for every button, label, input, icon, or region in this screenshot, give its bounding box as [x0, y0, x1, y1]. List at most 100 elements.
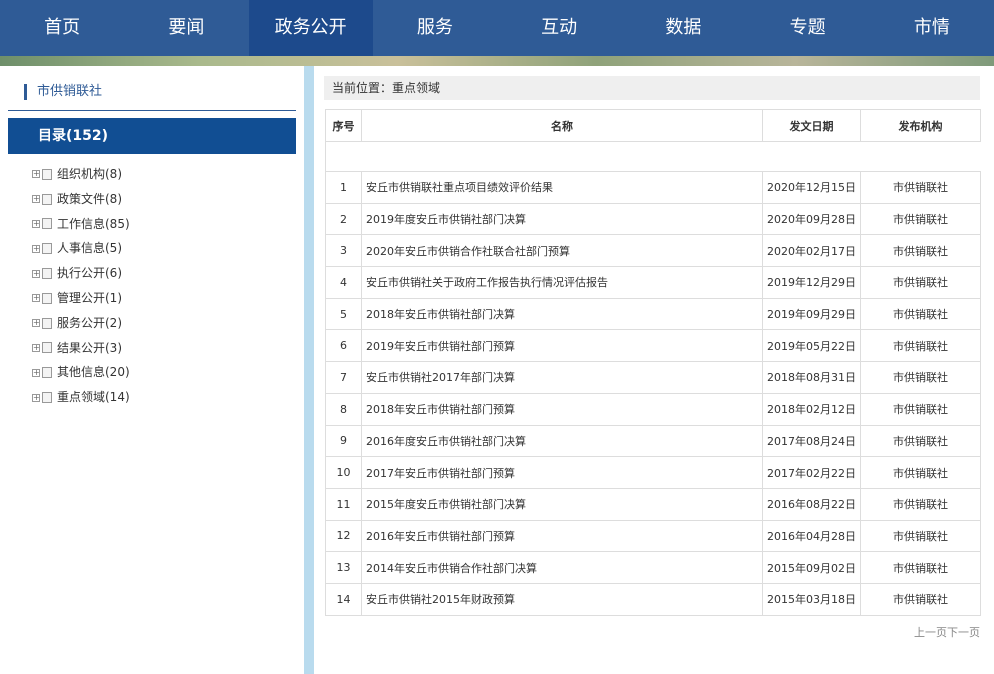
tree-item[interactable]: + 管理公开(1) — [32, 286, 130, 311]
cell-org: 市供销联社 — [860, 424, 981, 458]
expand-icon[interactable]: + — [32, 319, 40, 328]
cell-date: 2019年12月29日 — [762, 266, 861, 299]
tree-item[interactable]: + 组织机构(8) — [32, 162, 130, 187]
document-icon — [42, 317, 52, 329]
cell-no: 9 — [325, 424, 362, 458]
expand-icon[interactable]: + — [32, 294, 40, 303]
cell-no: 4 — [325, 266, 362, 299]
table-row: 13 2014年安丘市供销合作社部门决算 2015年09月02日 市供销联社 — [325, 551, 981, 584]
tree-item[interactable]: + 重点领域(14) — [32, 385, 130, 410]
tree-item-label: 结果公开(3) — [57, 340, 122, 355]
document-link[interactable]: 2017年安丘市供销社部门预算 — [361, 456, 763, 489]
pager: 上一页下一页 — [914, 624, 980, 640]
tree-item[interactable]: + 服务公开(2) — [32, 311, 130, 336]
cell-org: 市供销联社 — [860, 519, 981, 553]
cell-no: 10 — [325, 456, 362, 489]
document-link[interactable]: 安丘市供销社2015年财政预算 — [361, 582, 763, 616]
nav-item-news[interactable]: 要闻 — [124, 0, 248, 56]
tree-item-label: 政策文件(8) — [57, 191, 122, 206]
breadcrumb-label: 当前位置： — [332, 81, 393, 95]
tree-item[interactable]: + 执行公开(6) — [32, 261, 130, 286]
expand-icon[interactable]: + — [32, 393, 40, 402]
header-date: 发文日期 — [762, 109, 861, 142]
breadcrumb: 当前位置：重点领域 — [324, 76, 980, 100]
document-link[interactable]: 2018年安丘市供销社部门预算 — [361, 392, 763, 426]
expand-icon[interactable]: + — [32, 343, 40, 352]
table-row: 6 2019年安丘市供销社部门预算 2019年05月22日 市供销联社 — [325, 329, 981, 363]
document-link[interactable]: 2016年度安丘市供销社部门决算 — [361, 424, 763, 458]
document-link[interactable]: 2019年度安丘市供销社部门决算 — [361, 202, 763, 236]
tree-item-label: 执行公开(6) — [57, 266, 122, 281]
cell-date: 2018年08月31日 — [762, 361, 861, 394]
prev-page-link[interactable]: 上一页 — [914, 626, 947, 639]
tree-item-label: 重点领域(14) — [57, 390, 130, 405]
cell-no: 7 — [325, 361, 362, 394]
cell-no: 13 — [325, 551, 362, 584]
tree-item[interactable]: + 政策文件(8) — [32, 187, 130, 212]
tree-item-label: 人事信息(5) — [57, 241, 122, 256]
nav-item-interaction[interactable]: 互动 — [497, 0, 621, 56]
table-row: 14 安丘市供销社2015年财政预算 2015年03月18日 市供销联社 — [325, 582, 981, 616]
document-link[interactable]: 安丘市供销社2017年部门决算 — [361, 361, 763, 394]
tree-item-label: 管理公开(1) — [57, 290, 122, 305]
nav-item-home[interactable]: 首页 — [0, 0, 124, 56]
main-nav: 首页 要闻 政务公开 服务 互动 数据 专题 市情 — [0, 0, 994, 56]
cell-org: 市供销联社 — [860, 361, 981, 394]
cell-org: 市供销联社 — [860, 582, 981, 616]
nav-item-services[interactable]: 服务 — [373, 0, 497, 56]
expand-icon[interactable]: + — [32, 269, 40, 278]
document-icon — [42, 342, 52, 354]
tree-item-label: 其他信息(20) — [57, 365, 130, 380]
cell-date: 2015年09月02日 — [762, 551, 861, 584]
cell-date: 2017年02月22日 — [762, 456, 861, 489]
cell-org: 市供销联社 — [860, 456, 981, 489]
cell-org: 市供销联社 — [860, 551, 981, 584]
document-link[interactable]: 2015年度安丘市供销社部门决算 — [361, 487, 763, 521]
document-link[interactable]: 安丘市供销联社重点项目绩效评价结果 — [361, 171, 763, 204]
document-link[interactable]: 2018年安丘市供销社部门决算 — [361, 297, 763, 331]
cell-no: 1 — [325, 171, 362, 204]
document-link[interactable]: 2014年安丘市供销合作社部门决算 — [361, 551, 763, 584]
table-row: 1 安丘市供销联社重点项目绩效评价结果 2020年12月15日 市供销联社 — [325, 171, 981, 204]
document-link[interactable]: 2019年安丘市供销社部门预算 — [361, 329, 763, 363]
expand-icon[interactable]: + — [32, 170, 40, 179]
table-row: 8 2018年安丘市供销社部门预算 2018年02月12日 市供销联社 — [325, 392, 981, 426]
cell-org: 市供销联社 — [860, 234, 981, 268]
nav-item-topics[interactable]: 专题 — [746, 0, 870, 56]
directory-header[interactable]: 目录(152) — [8, 118, 296, 154]
table-row: 3 2020年安丘市供销合作社联合社部门预算 2020年02月17日 市供销联社 — [325, 234, 981, 268]
tree-item[interactable]: + 人事信息(5) — [32, 236, 130, 261]
breadcrumb-location[interactable]: 重点领域 — [392, 81, 440, 95]
cell-date: 2020年09月28日 — [762, 202, 861, 236]
expand-icon[interactable]: + — [32, 244, 40, 253]
document-link[interactable]: 安丘市供销社关于政府工作报告执行情况评估报告 — [361, 266, 763, 299]
header-no: 序号 — [325, 109, 362, 142]
tree-item[interactable]: + 其他信息(20) — [32, 360, 130, 385]
expand-icon[interactable]: + — [32, 368, 40, 377]
tree-item[interactable]: + 工作信息(85) — [32, 212, 130, 237]
cell-no: 6 — [325, 329, 362, 363]
document-link[interactable]: 2016年安丘市供销社部门预算 — [361, 519, 763, 553]
cell-org: 市供销联社 — [860, 266, 981, 299]
document-icon — [42, 367, 52, 379]
nav-item-government-affairs[interactable]: 政务公开 — [248, 0, 373, 56]
document-link[interactable]: 2020年安丘市供销合作社联合社部门预算 — [361, 234, 763, 268]
table-row: 2 2019年度安丘市供销社部门决算 2020年09月28日 市供销联社 — [325, 202, 981, 236]
document-table: 序号 名称 发文日期 发布机构 1 安丘市供销联社重点项目绩效评价结果 2020年1… — [325, 109, 981, 616]
cell-date: 2015年03月18日 — [762, 582, 861, 616]
next-page-link[interactable]: 下一页 — [947, 626, 980, 639]
cell-date: 2017年08月24日 — [762, 424, 861, 458]
expand-icon[interactable]: + — [32, 219, 40, 228]
main-content: 当前位置：重点领域 序号 名称 发文日期 发布机构 1 安丘市供销联社重点项目绩效… — [314, 66, 994, 674]
tree-item[interactable]: + 结果公开(3) — [32, 336, 130, 361]
cell-org: 市供销联社 — [860, 392, 981, 426]
header-banner: 首页 要闻 政务公开 服务 互动 数据 专题 市情 — [0, 0, 994, 66]
cell-date: 2019年09月29日 — [762, 297, 861, 331]
nav-item-data[interactable]: 数据 — [621, 0, 745, 56]
left-sidebar: 市供销联社 目录(152) + 组织机构(8) + 政策文件(8) + 工作信息(85) +… — [8, 66, 296, 674]
nav-item-city-info[interactable]: 市情 — [870, 0, 994, 56]
expand-icon[interactable]: + — [32, 195, 40, 204]
table-row: 9 2016年度安丘市供销社部门决算 2017年08月24日 市供销联社 — [325, 424, 981, 458]
cell-no: 3 — [325, 234, 362, 268]
table-row: 7 安丘市供销社2017年部门决算 2018年08月31日 市供销联社 — [325, 361, 981, 394]
